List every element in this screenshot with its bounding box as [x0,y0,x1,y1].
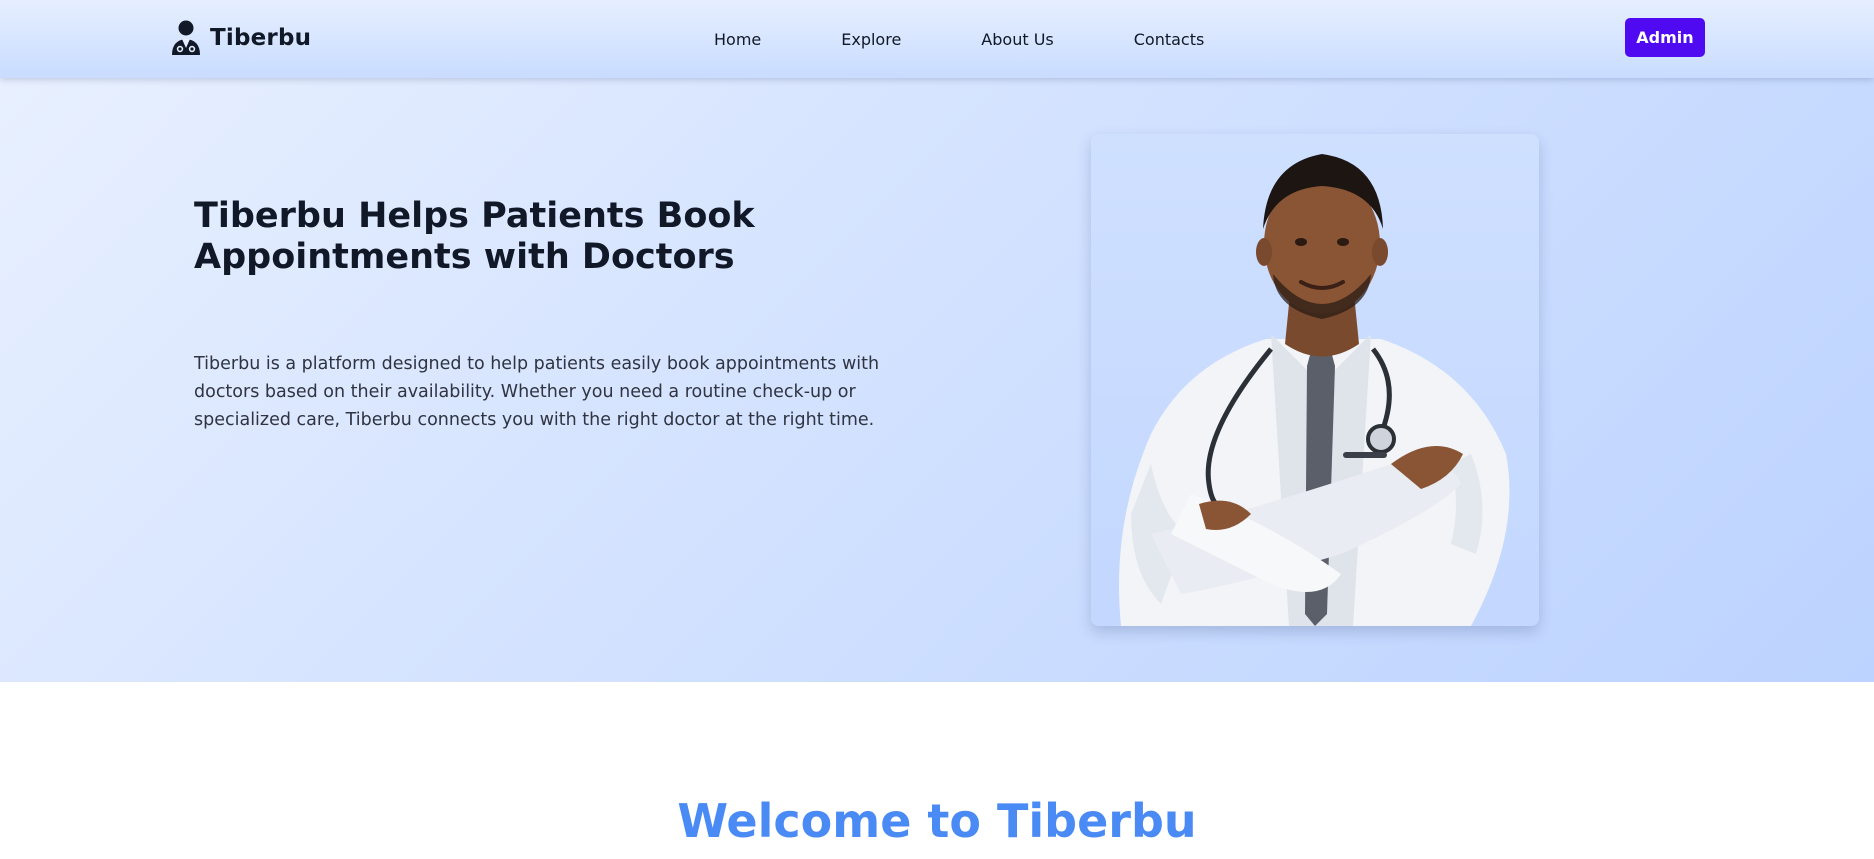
doctor-icon [172,20,200,55]
hero-image-card [1091,134,1539,626]
hero-title: Tiberbu Helps Patients Book Appointments… [194,196,755,277]
brand-name: Tiberbu [210,25,312,51]
nav-home[interactable]: Home [714,30,761,49]
nav-contacts[interactable]: Contacts [1134,30,1205,49]
nav-explore[interactable]: Explore [841,30,901,49]
brand-link[interactable]: Tiberbu [170,20,311,56]
main-nav: Home Explore About Us Contacts [714,0,1204,78]
navbar: Tiberbu Home Explore About Us Contacts A… [0,0,1874,78]
nav-about-us[interactable]: About Us [981,30,1053,49]
welcome-section: Welcome to Tiberbu [0,682,1874,859]
doctor-portrait [1119,154,1510,626]
hero-description: Tiberbu is a platform designed to help p… [194,354,880,430]
welcome-title: Welcome to Tiberbu [677,794,1197,848]
admin-button[interactable]: Admin [1625,18,1705,57]
hero-section: Tiberbu Helps Patients Book Appointments… [0,78,1874,682]
